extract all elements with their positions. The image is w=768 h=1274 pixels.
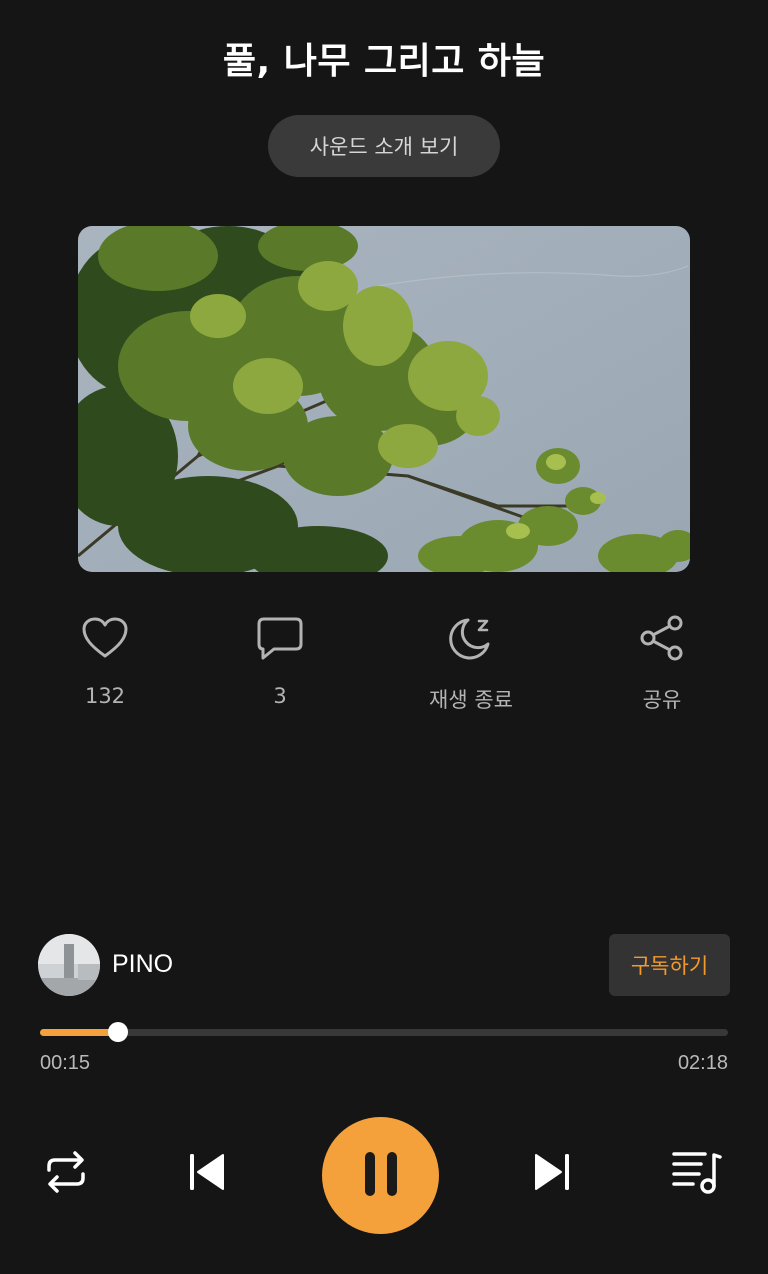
skip-next-icon — [532, 1152, 572, 1196]
creator-name[interactable]: PINO — [112, 950, 173, 979]
repeat-button[interactable] — [38, 1146, 94, 1202]
current-time: 00:15 — [40, 1052, 91, 1074]
next-button[interactable] — [524, 1146, 580, 1202]
previous-button[interactable] — [179, 1146, 235, 1202]
pause-button[interactable] — [322, 1117, 439, 1234]
playlist-button[interactable] — [669, 1146, 725, 1202]
creator-avatar[interactable] — [38, 934, 100, 996]
repeat-icon — [43, 1150, 89, 1198]
skip-previous-icon — [187, 1152, 227, 1196]
share-button[interactable]: 공유 — [582, 612, 742, 714]
sleep-timer-button[interactable]: 재생 종료 — [391, 612, 551, 714]
sleep-timer-label: 재생 종료 — [429, 688, 513, 712]
cover-artwork — [78, 226, 690, 572]
share-icon — [636, 612, 688, 664]
progress-track — [40, 1029, 728, 1036]
track-title: 풀, 나무 그리고 하늘 — [222, 41, 546, 82]
action-bar: 132 3 재생 종료 공유 — [0, 612, 768, 722]
subscribe-button[interactable]: 구독하기 — [609, 934, 730, 996]
playback-controls — [0, 1116, 768, 1236]
like-button[interactable]: 132 — [25, 612, 185, 708]
progress-fill — [40, 1029, 119, 1036]
sound-intro-button[interactable]: 사운드 소개 보기 — [268, 115, 500, 177]
progress-slider[interactable] — [40, 1020, 728, 1044]
like-count: 132 — [84, 684, 126, 708]
moon-icon — [445, 612, 497, 664]
heart-icon — [79, 612, 131, 664]
share-label: 공유 — [642, 688, 682, 712]
playlist-icon — [671, 1149, 723, 1199]
comment-button[interactable]: 3 — [200, 612, 360, 708]
pause-icon — [363, 1150, 399, 1202]
progress-thumb[interactable] — [108, 1022, 129, 1042]
comment-count: 3 — [273, 684, 287, 708]
comment-icon — [254, 612, 306, 664]
total-time: 02:18 — [677, 1052, 728, 1074]
creator-row: PINO 구독하기 — [38, 934, 730, 998]
